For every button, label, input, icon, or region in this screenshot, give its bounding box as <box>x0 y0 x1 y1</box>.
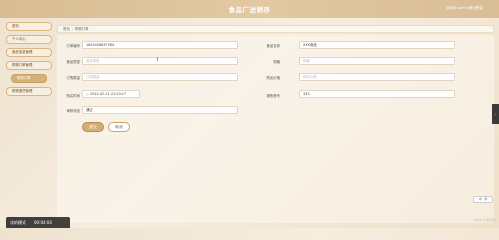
food-type-field[interactable]: 食品类型 <box>82 57 238 65</box>
account-field[interactable]: 333 <box>299 90 455 98</box>
buy-time-field[interactable]: ◷ 2022-02-21 21:20:17 <box>82 90 140 98</box>
status-label: 审核状态 <box>66 109 80 113</box>
sidebar-item-profile[interactable]: 个人中心 <box>6 35 52 44</box>
player-mode-label: 试听模式 <box>10 220 26 225</box>
food-name-field[interactable]: XXX食品 <box>299 41 455 49</box>
player-time: 00:04:04 <box>34 220 52 225</box>
status-field[interactable]: 通过 <box>82 106 238 114</box>
spec-label: 规格 <box>273 60 280 64</box>
sidebar-item-home[interactable]: 首页 <box>6 22 52 31</box>
buy-time-value: 2022-02-21 21:20:17 <box>90 92 127 96</box>
submit-button[interactable]: 提交 <box>82 122 104 132</box>
side-drawer-tab[interactable]: ⋮ <box>492 104 499 124</box>
breadcrumb: 首页 / 购物订单 <box>57 25 494 33</box>
app-title: 食品厂进销存 <box>228 6 271 14</box>
buy-time-label: 购买时间 <box>66 94 80 98</box>
video-player-bar: 试听模式 00:04:04 <box>6 217 70 228</box>
sidebar-item-orders[interactable]: 购物订单 <box>11 74 47 83</box>
sidebar-item-order-management[interactable]: 购物订单管理 <box>6 61 52 70</box>
price-label: 购买价格 <box>266 76 280 80</box>
text-cursor-icon: I <box>157 57 159 63</box>
price-field[interactable]: 购买价格 <box>299 73 455 81</box>
order-qty-field[interactable]: 订购数量 <box>82 73 238 81</box>
breadcrumb-separator: / <box>71 27 73 31</box>
user-greeting: 欢迎你 admin <box>445 6 469 10</box>
order-no-label: 订单编号 <box>66 44 80 48</box>
breadcrumb-home[interactable]: 首页 <box>63 27 70 31</box>
cancel-button[interactable]: 取消 <box>108 122 130 132</box>
logout-link[interactable]: 退出登录 <box>469 6 483 11</box>
order-qty-label: 订购数量 <box>66 76 80 80</box>
order-no-field[interactable]: 1645458637584 <box>82 41 238 49</box>
food-type-label: 食品类型 <box>66 60 80 64</box>
top-bar: 食品厂进销存 欢迎你 admin 退出登录 <box>0 0 499 18</box>
sidebar: 首页 个人中心 食品信息管理 购物订单管理 购物订单 购物退货管理 <box>6 22 52 100</box>
sidebar-item-food-info[interactable]: 食品信息管理 <box>6 48 52 57</box>
food-name-label: 食品名称 <box>266 44 280 48</box>
breadcrumb-current: 购物订单 <box>74 27 89 31</box>
sidebar-item-returns[interactable]: 购物退货管理 <box>6 87 52 96</box>
account-label: 销售账号 <box>266 94 280 98</box>
spec-field[interactable]: 规格 <box>299 57 455 65</box>
input-method-chip[interactable]: 中 · 简 <box>473 196 493 203</box>
watermark: CSDN @源码阁 <box>473 218 495 222</box>
